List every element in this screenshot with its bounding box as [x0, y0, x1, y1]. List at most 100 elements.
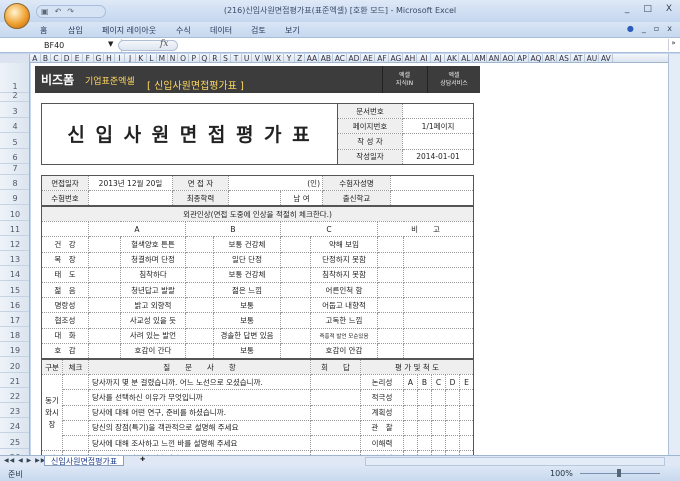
column-header[interactable]: X: [274, 54, 285, 62]
minimize-button[interactable]: _: [625, 4, 630, 14]
row-header[interactable]: 6: [0, 149, 29, 164]
column-header[interactable]: AP: [515, 54, 530, 62]
check-cell[interactable]: [62, 419, 89, 436]
check-cell-b[interactable]: [185, 327, 214, 344]
column-header[interactable]: AI: [417, 54, 432, 62]
column-header[interactable]: AK: [445, 54, 460, 62]
wb-minimize-icon[interactable]: _: [642, 24, 646, 33]
meta-value[interactable]: 1/1페이지: [402, 118, 474, 135]
select-all-corner[interactable]: [0, 54, 30, 63]
remark-check[interactable]: [377, 236, 404, 253]
edu-value[interactable]: [228, 190, 281, 207]
scale-cell[interactable]: [403, 434, 418, 452]
row-header[interactable]: 16: [0, 297, 29, 312]
check-cell[interactable]: [62, 404, 89, 421]
column-header[interactable]: V: [252, 54, 264, 62]
check-cell-a[interactable]: [88, 342, 121, 359]
column-header[interactable]: S: [221, 54, 232, 62]
check-cell-b[interactable]: [185, 342, 214, 359]
check-cell-a[interactable]: [88, 281, 121, 299]
scale-cell[interactable]: E: [458, 374, 475, 391]
check-cell-c[interactable]: [280, 312, 311, 329]
check-cell-c[interactable]: [280, 281, 311, 299]
row-header[interactable]: 23: [0, 403, 29, 419]
scale-cell[interactable]: [458, 389, 475, 406]
meta-value[interactable]: 2014-01-01: [402, 148, 474, 165]
gender-value[interactable]: 남 여: [279, 190, 324, 207]
chevron-down-icon[interactable]: ▼: [108, 40, 113, 48]
save-icon[interactable]: ▣: [41, 7, 49, 16]
tab-home[interactable]: 홈: [40, 25, 47, 36]
seal-cell[interactable]: (인): [227, 174, 324, 192]
scale-cell[interactable]: [458, 404, 475, 421]
column-header[interactable]: AB: [319, 54, 334, 62]
check-cell-c[interactable]: [280, 236, 311, 253]
check-cell-a[interactable]: [88, 251, 121, 268]
check-cell-b[interactable]: [185, 251, 214, 268]
redo-icon[interactable]: ↷: [67, 7, 74, 16]
row-header[interactable]: 15: [0, 281, 29, 297]
undo-icon[interactable]: ↶: [55, 7, 62, 16]
close-button[interactable]: X: [666, 4, 672, 14]
scale-cell[interactable]: [445, 389, 460, 406]
scale-cell[interactable]: C: [431, 374, 446, 391]
column-header[interactable]: M: [157, 54, 168, 62]
scale-cell[interactable]: [417, 419, 432, 436]
scale-cell[interactable]: [403, 419, 418, 436]
scale-cell[interactable]: [458, 419, 475, 436]
row-header[interactable]: 17: [0, 312, 29, 327]
column-header[interactable]: AJ: [431, 54, 446, 62]
function-icon[interactable]: fx: [160, 39, 168, 49]
column-header[interactable]: AH: [403, 54, 418, 62]
column-header[interactable]: W: [263, 54, 274, 62]
answer-cell[interactable]: [310, 419, 361, 436]
column-header[interactable]: C: [51, 54, 62, 62]
check-cell-b[interactable]: [185, 312, 214, 329]
column-header[interactable]: AU: [585, 54, 600, 62]
remark-check[interactable]: [377, 266, 404, 283]
answer-cell[interactable]: [310, 404, 361, 421]
check-cell-b[interactable]: [185, 297, 214, 314]
remark-check[interactable]: [377, 297, 404, 314]
column-header[interactable]: G: [94, 54, 105, 62]
zoom-slider-handle[interactable]: [617, 469, 621, 477]
column-header[interactable]: Q: [200, 54, 211, 62]
expand-formula-bar-icon[interactable]: »: [668, 39, 678, 51]
column-header[interactable]: A: [30, 54, 41, 62]
tab-insert[interactable]: 삽입: [68, 25, 83, 36]
column-header[interactable]: U: [242, 54, 253, 62]
remark-check[interactable]: [377, 327, 404, 344]
formula-tools[interactable]: [118, 40, 178, 51]
check-cell-b[interactable]: [185, 266, 214, 283]
scale-cell[interactable]: [431, 404, 446, 421]
insert-sheet-icon[interactable]: ✚: [140, 456, 154, 466]
exam-value[interactable]: [88, 190, 173, 207]
column-header[interactable]: K: [136, 54, 147, 62]
office-button[interactable]: [4, 3, 30, 29]
row-header[interactable]: 13: [0, 251, 29, 267]
column-header[interactable]: I: [115, 54, 126, 62]
quick-access-toolbar[interactable]: ▣ ↶ ↷: [36, 5, 106, 18]
scale-cell[interactable]: [431, 389, 446, 406]
column-header[interactable]: P: [189, 54, 200, 62]
scale-cell[interactable]: [403, 404, 418, 421]
check-cell-b[interactable]: [185, 236, 214, 253]
scale-cell[interactable]: [417, 389, 432, 406]
name-box[interactable]: BF40: [4, 39, 122, 52]
row-header[interactable]: 21: [0, 373, 29, 388]
column-header[interactable]: AG: [389, 54, 404, 62]
remark-check[interactable]: [377, 251, 404, 268]
sheet-tab[interactable]: 신입사원면접평가표: [44, 456, 125, 466]
row-header[interactable]: 8: [0, 175, 29, 191]
row-header[interactable]: 7: [0, 164, 29, 175]
scale-cell[interactable]: [431, 434, 446, 452]
column-header[interactable]: E: [72, 54, 83, 62]
column-header[interactable]: Y: [284, 54, 295, 62]
column-header[interactable]: AV: [599, 54, 614, 62]
remark-value[interactable]: [402, 312, 475, 329]
check-cell-c[interactable]: [280, 297, 311, 314]
row-header[interactable]: 4: [0, 118, 29, 133]
remark-value[interactable]: [402, 327, 475, 344]
name-value[interactable]: [390, 174, 475, 192]
row-header[interactable]: 24: [0, 418, 29, 434]
